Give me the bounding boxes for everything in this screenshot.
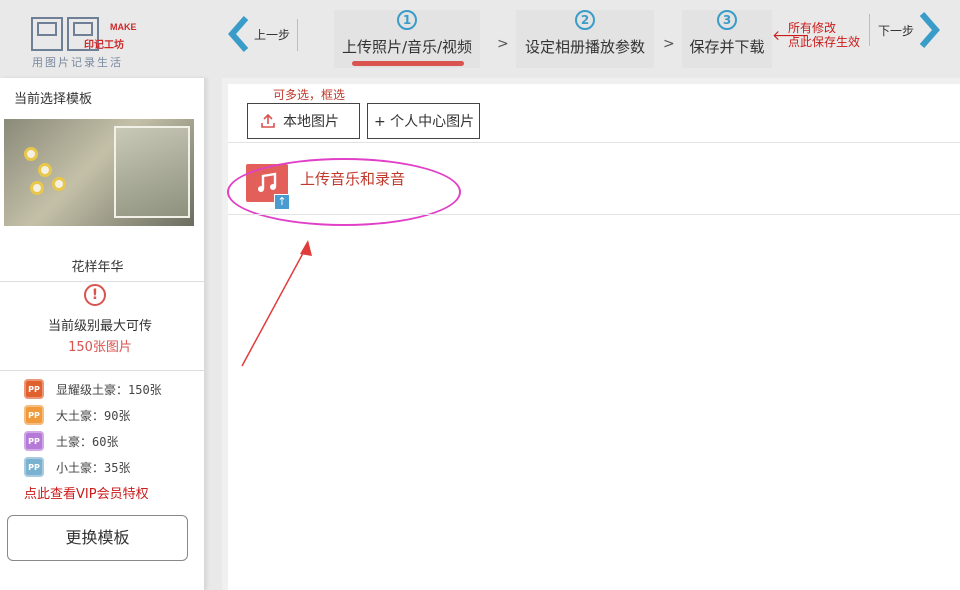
step-label: 设定相册播放参数: [524, 38, 645, 56]
vip-level-item: PP 显耀级土豪：150张: [24, 376, 162, 402]
vip-level-label: 大土豪：90张: [56, 408, 131, 423]
logo-slogan: 用图片记录生活: [32, 56, 123, 69]
divider: [0, 370, 205, 371]
vip-level-list: PP 显耀级土豪：150张 PP 大土豪：90张 PP 土豪：60张 PP 小土…: [24, 376, 162, 480]
pp-badge-icon: PP: [24, 431, 44, 451]
step-2-settings[interactable]: 2 设定相册播放参数: [516, 10, 654, 68]
active-step-indicator: [352, 61, 464, 66]
upload-icon: [261, 114, 275, 128]
divider: [228, 214, 960, 215]
pp-badge-icon: PP: [24, 379, 44, 399]
upload-panel: 可多选，框选 本地图片 + 个人中心图片 ↑ 上传音乐和录音: [222, 78, 960, 590]
step-separator: >: [663, 36, 675, 52]
personal-center-images-button[interactable]: + 个人中心图片: [367, 103, 480, 139]
step-3-save-download[interactable]: 3 保存并下载: [682, 10, 772, 68]
local-images-button[interactable]: 本地图片: [247, 103, 360, 139]
pp-badge-icon: PP: [24, 457, 44, 477]
vip-level-item: PP 小土豪：35张: [24, 454, 162, 480]
arrow-left-icon: 🡐: [772, 28, 810, 44]
divider: [869, 14, 870, 46]
vip-privileges-link[interactable]: 点此查看VIP会员特权: [24, 483, 149, 502]
step-number: 2: [575, 10, 595, 30]
step-label: 上传照片/音乐/视频: [341, 38, 473, 56]
vip-level-item: PP 土豪：60张: [24, 428, 162, 454]
pointer-arrow-icon: [241, 240, 312, 367]
level-limit-count: 150张图片: [68, 340, 132, 355]
highlight-ellipse: [227, 158, 461, 226]
prev-step-label: 上一步: [254, 27, 291, 42]
step-number: 1: [397, 10, 417, 30]
flower-decoration: [38, 163, 52, 177]
step-1-upload[interactable]: 1 上传照片/音乐/视频: [334, 10, 480, 68]
sidebar-title: 当前选择模板: [14, 92, 93, 107]
next-step-button[interactable]: 下一步: [878, 10, 942, 50]
flower-decoration: [30, 181, 44, 195]
logo-name-text: 印记工坊: [84, 38, 124, 51]
change-template-button[interactable]: 更换模板: [7, 515, 188, 561]
vip-level-label: 小土豪：35张: [56, 460, 131, 475]
multi-select-hint: 可多选，框选: [273, 88, 346, 102]
vip-level-item: PP 大土豪：90张: [24, 402, 162, 428]
vip-level-label: 土豪：60张: [56, 434, 119, 449]
flower-decoration: [52, 177, 66, 191]
step-separator: >: [497, 36, 509, 52]
template-photo: [114, 126, 190, 218]
level-limit-text: 当前级别最大可传: [47, 319, 152, 334]
local-images-label: 本地图片: [283, 114, 339, 130]
step-number: 3: [717, 10, 737, 30]
flower-decoration: [24, 147, 38, 161]
vip-level-label: 显耀级土豪：150张: [56, 382, 162, 397]
divider: [297, 19, 298, 51]
divider: [0, 281, 205, 282]
divider: [228, 142, 960, 143]
warning-icon: !: [84, 284, 106, 306]
template-name: 花样年华: [71, 260, 124, 275]
pp-badge-icon: PP: [24, 405, 44, 425]
next-step-label: 下一步: [878, 23, 915, 38]
step-label: 保存并下载: [689, 38, 765, 56]
chevron-left-icon: [228, 16, 249, 52]
chevron-right-icon: [919, 12, 941, 48]
top-header: MAKE 印记工坊 用图片记录生活 上一步 1 上传照片/音乐/视频 > 2 设…: [0, 0, 960, 75]
template-sidebar: 当前选择模板 花样年华 ! 当前级别最大可传 150张图片 PP 显耀级土豪：1…: [0, 78, 205, 590]
logo-make-text: MAKE: [110, 22, 137, 32]
prev-step-button[interactable]: 上一步: [226, 14, 290, 54]
save-notice-link[interactable]: 🡐 所有修改 点此保存生效: [772, 21, 860, 49]
template-thumbnail[interactable]: [4, 119, 194, 226]
